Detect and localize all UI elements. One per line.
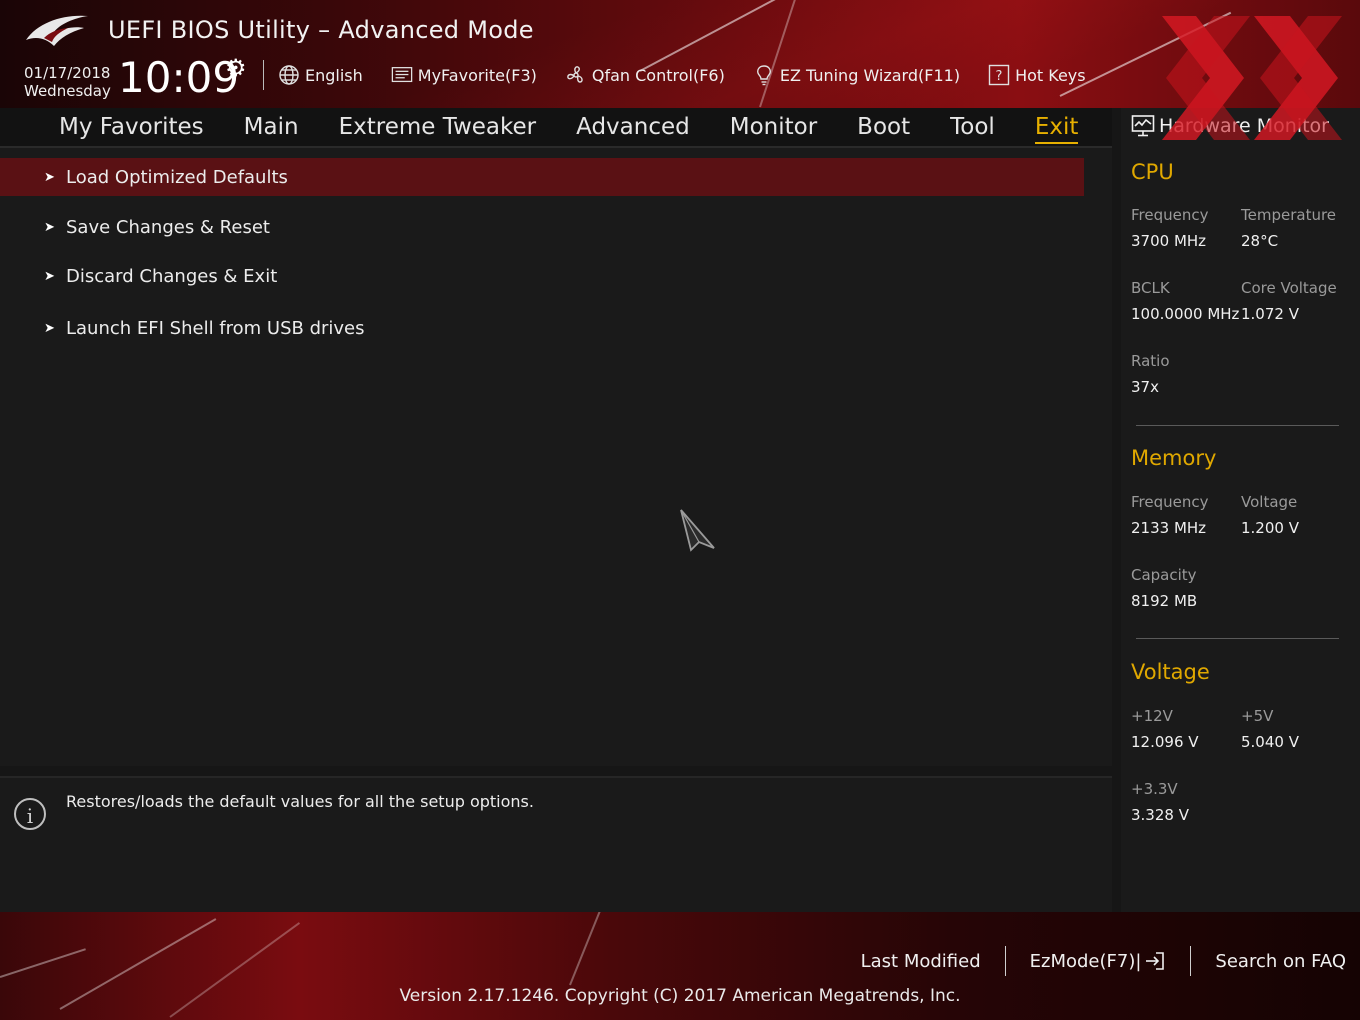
menu-item-label: Launch EFI Shell from USB drives [66,317,365,339]
favorite-list-icon [391,64,413,86]
v12-label: +12V [1131,707,1173,725]
last-modified-button[interactable]: Last Modified [861,951,981,972]
v33-label: +3.3V [1131,780,1178,798]
myfavorite-button[interactable]: MyFavorite(F3) [391,64,537,86]
svg-text:?: ? [996,69,1003,84]
question-box-icon: ? [988,64,1010,86]
section-divider [1136,638,1339,639]
cpu-frequency-value: 3700 MHz [1131,232,1207,250]
menu-item-label: Load Optimized Defaults [66,166,288,188]
chevron-right-icon: ➤ [44,169,55,185]
bclk-value: 100.0000 MHz [1131,305,1240,323]
chevron-right-icon: ➤ [44,320,55,336]
decor-streak [569,912,605,986]
app-title: UEFI BIOS Utility – Advanced Mode [108,16,534,44]
memory-frequency-value: 2133 MHz [1131,519,1207,537]
ratio-value: 37x [1131,378,1159,396]
v12-value: 12.096 V [1131,733,1199,751]
memory-voltage-label: Voltage [1241,493,1298,511]
menu-item-launch-efi-shell[interactable]: ➤ Launch EFI Shell from USB drives [0,309,1084,347]
footer-divider [1004,946,1006,976]
tab-boot[interactable]: Boot [857,112,910,144]
bclk-label: BCLK [1131,279,1170,297]
toolbar-divider [263,60,264,90]
footer-bar: Last Modified EzMode(F7)| Search on FAQ … [0,912,1360,1020]
tab-monitor[interactable]: Monitor [730,112,817,144]
fan-icon [565,64,587,86]
tab-my-favorites[interactable]: My Favorites [59,112,204,144]
decor-streak [0,948,86,978]
ezmode-label: EzMode(F7)| [1029,950,1142,972]
capacity-value: 8192 MB [1131,592,1198,610]
watermark-logo [1162,16,1342,140]
ratio-label: Ratio [1131,352,1170,370]
cpu-section-title: CPU [1131,160,1174,184]
core-voltage-label: Core Voltage [1241,279,1337,297]
exit-menu-panel: ➤ Load Optimized Defaults ➤ Save Changes… [0,148,1112,766]
language-label: English [305,65,363,85]
section-divider [1136,425,1339,426]
myfavorite-label: MyFavorite(F3) [417,65,537,85]
search-faq-button[interactable]: Search on FAQ [1215,951,1346,972]
cpu-temperature-label: Temperature [1241,206,1337,224]
v5-value: 5.040 V [1241,733,1299,751]
clock: 10:09 [118,53,240,102]
qfan-control-button[interactable]: Qfan Control(F6) [565,64,725,86]
language-button[interactable]: English [278,64,363,86]
memory-voltage-value: 1.200 V [1241,519,1299,537]
hot-keys-label: Hot Keys [1015,65,1086,85]
chevron-right-icon: ➤ [44,219,55,235]
menu-item-label: Discard Changes & Exit [66,265,278,287]
help-description: Restores/loads the default values for al… [66,792,534,811]
tab-main[interactable]: Main [244,112,299,144]
tab-tool[interactable]: Tool [950,112,995,144]
mouse-cursor-icon [680,509,715,552]
ez-tuning-label: EZ Tuning Wizard(F11) [779,65,961,85]
menu-item-save-changes-reset[interactable]: ➤ Save Changes & Reset [0,208,1084,246]
chevron-right-icon: ➤ [44,268,55,284]
date-block: 01/17/2018 Wednesday [24,64,111,100]
monitor-icon [1131,114,1155,138]
v5-label: +5V [1241,707,1274,725]
v33-value: 3.328 V [1131,806,1189,824]
ez-tuning-wizard-button[interactable]: EZ Tuning Wizard(F11) [753,64,960,86]
voltage-section-title: Voltage [1131,660,1210,684]
cpu-temperature-value: 28°C [1241,232,1279,250]
lightbulb-icon [753,64,775,86]
cpu-frequency-label: Frequency [1131,206,1209,224]
exit-arrow-icon [1144,950,1166,972]
tab-advanced[interactable]: Advanced [576,112,690,144]
info-icon: i [14,798,46,830]
capacity-label: Capacity [1131,566,1197,584]
menu-item-load-optimized-defaults[interactable]: ➤ Load Optimized Defaults [0,158,1084,196]
footer-divider [1190,946,1192,976]
decor-streak [759,0,799,108]
toolbar: English MyFavorite(F3) Qfan Control(F6) … [278,60,1114,90]
footer-links: Last Modified EzMode(F7)| Search on FAQ [861,946,1346,976]
menu-item-discard-changes-exit[interactable]: ➤ Discard Changes & Exit [0,257,1084,295]
main-tab-bar: My Favorites Main Extreme Tweaker Advanc… [0,108,1112,146]
help-panel: i Restores/loads the default values for … [0,776,1112,914]
ezmode-button[interactable]: EzMode(F7)| [1030,950,1167,972]
qfan-label: Qfan Control(F6) [591,65,725,85]
memory-section-title: Memory [1131,446,1217,470]
nav-tabs: My Favorites Main Extreme Tweaker Advanc… [59,112,1118,144]
tab-extreme-tweaker[interactable]: Extreme Tweaker [339,112,537,144]
hot-keys-button[interactable]: ? Hot Keys [988,64,1086,86]
menu-item-label: Save Changes & Reset [66,216,270,238]
hardware-monitor-panel: Hardware Monitor CPU Frequency Temperatu… [1121,108,1360,912]
version-text: Version 2.17.1246. Copyright (C) 2017 Am… [399,986,961,1006]
tab-exit[interactable]: Exit [1034,112,1079,144]
globe-icon [278,64,300,86]
gear-icon[interactable]: ⚙ [225,54,247,82]
core-voltage-value: 1.072 V [1241,305,1299,323]
weekday-text: Wednesday [24,82,111,100]
rog-logo [26,15,88,46]
memory-frequency-label: Frequency [1131,493,1209,511]
date-text: 01/17/2018 [24,64,111,82]
header-banner: UEFI BIOS Utility – Advanced Mode 01/17/… [0,0,1360,108]
